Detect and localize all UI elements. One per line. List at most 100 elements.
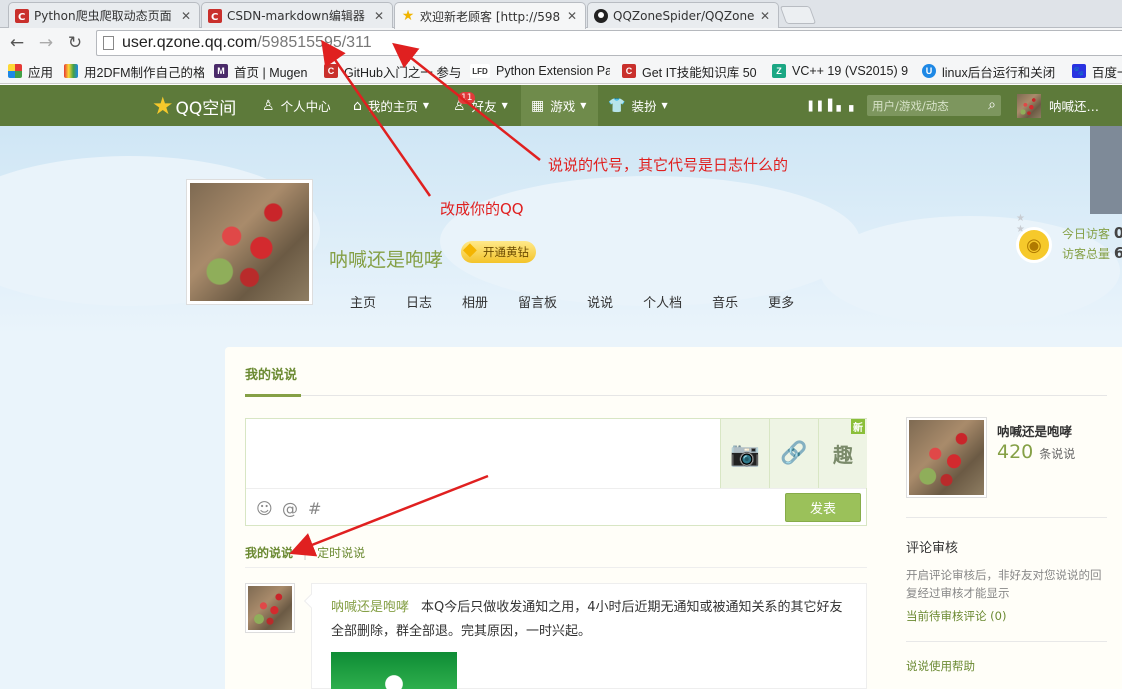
back-arrow-icon[interactable]: ← [6,32,28,54]
url-path: /598515595/311 [257,34,372,51]
profile-tabs: 主页 日志 相册 留言板 说说 个人档 音乐 更多 [350,292,824,312]
address-bar[interactable]: user.qzone.qq.com/598515595/311 [96,30,1122,56]
subtab-timed-shuoshuo[interactable]: 定时说说 [317,544,365,561]
lfd-icon: LFD [470,64,490,78]
browser-tab[interactable]: C CSDN-markdown编辑器 ✕ [201,2,393,28]
count-number: 420 [997,441,1034,463]
csdn-icon: C [208,8,222,23]
close-icon[interactable]: ✕ [565,9,579,23]
close-icon[interactable]: ✕ [179,9,193,23]
pause-icon[interactable]: ❚❚ [806,85,824,126]
close-icon[interactable]: ✕ [758,9,772,23]
url-host: user.qzone.qq.com [122,34,258,51]
bookmark-item[interactable]: C GitHub入门之一 参与 [324,62,460,80]
nav-friends[interactable]: ♙ 好友 ▼ [453,85,508,126]
tab-more[interactable]: 更多 [768,292,794,312]
fun-label: 趣 [833,443,853,467]
2dfm-icon [64,64,78,78]
qzone-search-input[interactable]: 用户/游戏/动态 ⌕ [867,95,1001,116]
browser-tab-active[interactable]: ★ 欢迎新老顾客 [http://598 ✕ [394,2,586,29]
tab-blog[interactable]: 日志 [406,292,432,312]
help-link[interactable]: 说说使用帮助 [906,658,975,674]
feed-author[interactable]: 呐喊还是咆哮 [331,600,409,615]
annotation-note: 改成你的QQ [440,200,524,218]
today-label: 今日访客 [1062,227,1111,241]
new-badge: 新 [851,419,865,434]
bookmark-label: VC++ 19 (VS2015) 9 [792,64,909,78]
shuoshuo-panel: 我的说说 📷 🔗 趣 新 ☺ @ # 发表 我的说说 | 定时说说 呐喊还是咆哮… [225,347,1122,689]
tab-profile[interactable]: 个人档 [643,292,682,312]
post-button[interactable]: 发表 [785,493,861,522]
total-label: 访客总量 [1062,247,1111,261]
bookmark-item[interactable]: U linux后台运行和关闭 [922,62,1062,80]
tab-label: CSDN-markdown编辑器 [227,9,365,23]
vip-button[interactable]: ◆ 开通黄钻 [461,239,536,263]
forward-arrow-icon[interactable]: → [35,32,57,54]
person-icon: ♙ [262,97,275,114]
side-avatar[interactable] [906,417,987,498]
browser-toolbar: ← → ↻ user.qzone.qq.com/598515595/311 [0,28,1122,58]
nav-games[interactable]: ▦ 游戏 ▼ [521,85,598,126]
new-tab-button[interactable] [779,6,817,24]
bookmark-item[interactable]: 用2DFM制作自己的格 [64,62,204,80]
bookmark-item[interactable]: M 首页 | Mugen [214,62,318,80]
post-composer: 📷 🔗 趣 新 ☺ @ # 发表 [245,418,867,526]
nav-my-home[interactable]: ⌂ 我的主页 ▼ [353,85,429,126]
search-icon[interactable]: ⌕ [988,97,996,113]
bookmark-item[interactable]: LFD Python Extension Pa [470,62,610,80]
close-icon[interactable]: ✕ [372,9,386,23]
camera-icon[interactable]: 📷 [720,419,769,488]
bookmark-label: 用2DFM制作自己的格 [84,65,204,80]
github-icon [594,8,608,23]
profile-avatar[interactable] [186,179,313,305]
qzone-logo[interactable]: ★ QQ空间 [152,92,237,120]
profile-name[interactable]: 呐喊还是咆哮 [329,245,443,272]
feed-item: 呐喊还是咆哮 本Q今后只做收发通知之用，4小时后近期无通知或被通知关系的其它好友全… [303,583,867,689]
browser-tab[interactable]: QQZoneSpider/QQZone ✕ [587,2,779,28]
browser-tab-bar: C Python爬虫爬取动态页面 ✕ C CSDN-markdown编辑器 ✕ … [0,0,1122,29]
reload-icon[interactable]: ↻ [64,32,86,54]
bookmarks-bar: 应用 用2DFM制作自己的格 M 首页 | Mugen C GitHub入门之一… [0,58,1122,84]
bookmark-label: Get IT技能知识库 50 [642,65,757,80]
link-icon[interactable]: 🔗 [769,419,818,488]
divider [906,517,1107,518]
subtab-my-shuoshuo[interactable]: 我的说说 [245,544,293,561]
fun-button[interactable]: 趣 新 [818,419,867,488]
post-textarea[interactable] [246,419,720,488]
decoration-corner [1090,126,1122,214]
nav-user[interactable]: 呐喊还… [1017,85,1099,126]
feed-avatar[interactable] [245,583,295,633]
bookmark-item[interactable]: C Get IT技能知识库 50 [622,62,760,80]
total-visits: 访客总量 6 [1062,244,1122,262]
bookmark-label: GitHub入门之一 参与 [344,65,460,80]
tab-album[interactable]: 相册 [462,292,488,312]
pending-review-link[interactable]: 当前待审核评论 (0) [906,608,1006,624]
tab-guestbook[interactable]: 留言板 [518,292,557,312]
page-icon [103,36,114,50]
browser-tab[interactable]: C Python爬虫爬取动态页面 ✕ [8,2,200,28]
side-name[interactable]: 呐喊还是咆哮 [997,421,1072,440]
bars-icon[interactable]: ▌▖▗ [828,85,853,126]
feed-image[interactable] [331,652,457,689]
tab-home[interactable]: 主页 [350,292,376,312]
at-icon[interactable]: @ [282,499,298,518]
svg-text:C: C [18,12,25,23]
hashtag-icon[interactable]: # [308,499,321,518]
logo-text: QQ空间 [175,98,237,119]
nav-user-name: 呐喊还… [1049,99,1100,114]
linux-icon: U [922,64,936,78]
emoji-icon[interactable]: ☺ [256,499,273,518]
feed-text: 呐喊还是咆哮 本Q今后只做收发通知之用，4小时后近期无通知或被通知关系的其它好友全… [331,596,846,644]
nav-dress[interactable]: 👕 装扮 ▼ [608,85,668,126]
tab-label: QQZoneSpider/QQZone [613,8,754,23]
tab-music[interactable]: 音乐 [712,292,738,312]
bookmark-apps[interactable]: 应用 [8,62,58,80]
bookmark-label: 首页 | Mugen [234,65,308,80]
bookmark-label: linux后台运行和关闭 [942,65,1056,80]
eye-icon: ◉ [1016,227,1052,263]
tab-shuoshuo[interactable]: 说说 [587,292,613,312]
subtab-separator: | [303,545,308,560]
nav-personal-center[interactable]: ♙ 个人中心 [262,85,331,126]
bookmark-item[interactable]: Z VC++ 19 (VS2015) 9 [772,62,912,80]
bookmark-item[interactable]: 🐾 百度一 [1072,62,1122,80]
